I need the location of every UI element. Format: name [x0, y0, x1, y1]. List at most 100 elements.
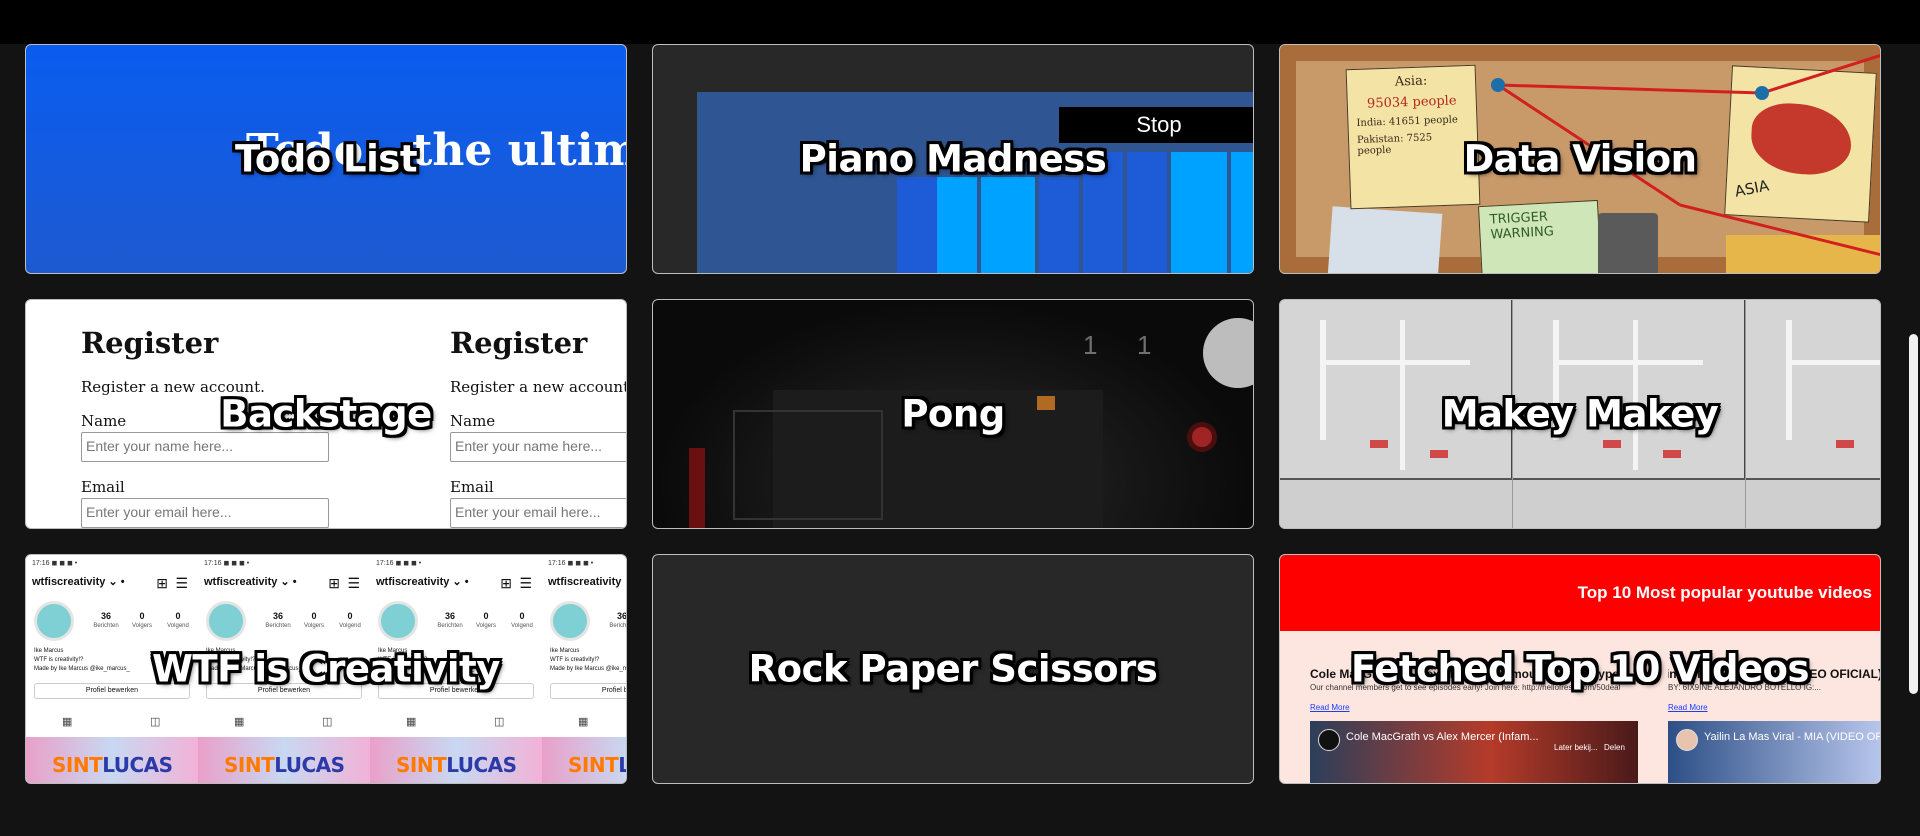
card-title: WTF is Creativity [152, 647, 500, 691]
sint-lucas-banner: SINTLUCAS [198, 737, 370, 783]
following-stat: 0 Volgend [330, 611, 370, 629]
banner-text: LUCAS [102, 753, 173, 777]
followers-stat: 0 Volgers [466, 611, 506, 629]
youtube-header: Top 10 Most popular youtube videos [1280, 555, 1880, 631]
posts-count: 36 [100, 611, 111, 621]
register-heading: Register [450, 326, 588, 360]
channel-avatar [1676, 729, 1698, 751]
register-heading: Register [81, 326, 219, 360]
name-field: Enter your name here... [450, 432, 626, 462]
video-player: Cole MacGrath vs Alex Mercer (Infam... L… [1310, 721, 1638, 783]
clip [1603, 440, 1621, 448]
following-stat: 0 Volgend [502, 611, 542, 629]
watch-later-label: Later bekij... [1554, 743, 1598, 752]
photo-lower [1513, 478, 1745, 528]
pin-icon [1755, 86, 1769, 100]
posts-label: Berichten [437, 623, 463, 629]
project-card-fetched-top-10-videos[interactable]: Top 10 Most popular youtube videos Cole … [1279, 554, 1881, 784]
posts-label: Berichten [93, 623, 119, 629]
clip [1430, 450, 1448, 458]
banner-text: SINT [224, 753, 275, 777]
project-card-rock-paper-scissors[interactable]: Rock Paper Scissors [652, 554, 1254, 784]
wire [1320, 360, 1470, 365]
tagged-icon: ◫ [322, 716, 333, 728]
plus-icon: ⊞ [500, 575, 512, 591]
project-card-pong[interactable]: 1 1 Pong [652, 299, 1254, 529]
banner-text: LUCAS [274, 753, 345, 777]
tagged-icon: ◫ [150, 716, 161, 728]
avatar [206, 601, 246, 641]
status-bar: 17:16 ◼ ◼ ◼ • [32, 560, 78, 567]
posts-count: 36 [616, 611, 627, 621]
posts-stat: 36 Berichten [258, 611, 298, 629]
grid-icon: ▦ [62, 716, 73, 728]
card-title: Pong [901, 392, 1005, 436]
email-label: Email [81, 478, 125, 496]
pin-icon [1491, 78, 1505, 92]
tagged-icon: ◫ [494, 716, 505, 728]
sint-lucas-banner: SINTLUCAS [370, 737, 542, 783]
followers-count: 0 [311, 611, 317, 621]
banner-text: SINT [396, 753, 447, 777]
score-right: 1 [1137, 330, 1152, 360]
score-left: 1 [1083, 330, 1098, 360]
plus-icon: ⊞ [328, 575, 340, 591]
posts-stat: 36 Berichten [430, 611, 470, 629]
banner-text: LUCAS [446, 753, 517, 777]
wire [1553, 360, 1703, 365]
avatar [378, 601, 418, 641]
photo-lower [1746, 478, 1880, 528]
project-card-todo-list[interactable]: Todo - the ultima Todo List [25, 44, 627, 274]
avatar [34, 601, 74, 641]
status-bar: 17:16 ◼ ◼ ◼ • [376, 560, 422, 567]
share-label: Delen [1604, 743, 1625, 752]
piano-key [1039, 177, 1079, 273]
followers-label: Volgers [131, 623, 152, 629]
status-bar: 17:16 ◼ ◼ ◼ • [548, 560, 594, 567]
channel-avatar [1318, 729, 1340, 751]
email-field: Enter your email here... [450, 498, 626, 528]
wire [1786, 360, 1880, 365]
following-count: 0 [347, 611, 353, 621]
video-player: Yailin La Mas Viral - MIA (VIDEO OFICIAL… [1668, 721, 1880, 783]
menu-icon: ☰ [175, 575, 188, 591]
project-card-wtf-is-creativity[interactable]: 17:16 ◼ ◼ ◼ • wtfiscreativity ⌄ • ⊞ ☰ 36… [25, 554, 627, 784]
moon [1203, 318, 1253, 388]
read-more-link: Read More [1668, 703, 1708, 712]
card-title: Data Vision [1463, 137, 1697, 181]
followers-label: Volgers [475, 623, 496, 629]
username: wtfiscreativity ⌄ • [548, 576, 626, 588]
grid-icon: ▦ [406, 716, 417, 728]
project-card-piano-madness[interactable]: Stop Piano Madness [652, 44, 1254, 274]
username: wtfiscreativity ⌄ • [376, 576, 469, 588]
username: wtfiscreativity ⌄ • [32, 576, 125, 588]
posts-stat: 36 Berichten [86, 611, 126, 629]
sint-lucas-banner: SINTLUCAS [26, 737, 198, 783]
menu-icon: ☰ [347, 575, 360, 591]
piano-key [981, 177, 1035, 273]
clip [1836, 440, 1854, 448]
player-title: Cole MacGrath vs Alex Mercer (Infam... [1346, 731, 1539, 743]
status-bar: 17:16 ◼ ◼ ◼ • [204, 560, 250, 567]
email-field: Enter your email here... [81, 498, 329, 528]
youtube-header-title: Top 10 Most popular youtube videos [1577, 583, 1872, 602]
scrollbar-track[interactable] [1904, 44, 1920, 836]
clip [1370, 440, 1388, 448]
email-label: Email [450, 478, 494, 496]
grid-icon: ▦ [578, 716, 589, 728]
menu-icon: ☰ [519, 575, 532, 591]
project-card-data-vision[interactable]: Asia: 95034 people India: 41651 people P… [1279, 44, 1881, 274]
photo-lower [1280, 478, 1512, 528]
following-label: Volgend [167, 623, 189, 629]
posts-label: Berichten [609, 623, 627, 629]
scrollbar-thumb[interactable] [1909, 334, 1918, 694]
avatar [550, 601, 590, 641]
following-label: Volgend [339, 623, 361, 629]
posts-count: 36 [272, 611, 283, 621]
plus-icon: ⊞ [156, 575, 168, 591]
piano-key [897, 177, 937, 273]
followers-label: Volgers [303, 623, 324, 629]
followers-count: 0 [139, 611, 145, 621]
project-card-backstage[interactable]: Register Register a new account. Name En… [25, 299, 627, 529]
project-card-makey-makey[interactable]: Makey Makey [1279, 299, 1881, 529]
